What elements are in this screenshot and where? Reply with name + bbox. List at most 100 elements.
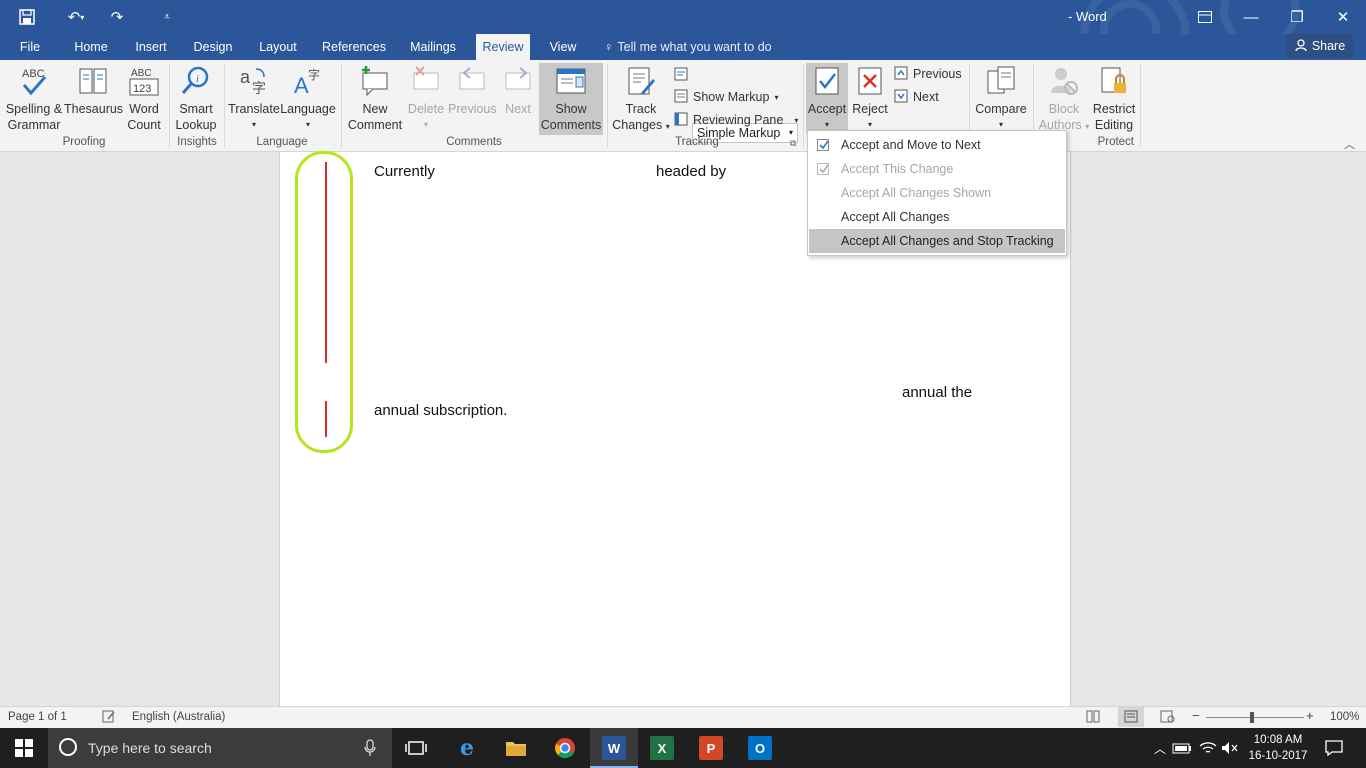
edge-browser-icon[interactable]: e: [455, 735, 479, 761]
compare-button[interactable]: Compare ▾: [972, 63, 1030, 135]
show-comments-button[interactable]: Show Comments: [539, 63, 603, 135]
tell-me-search[interactable]: ♀ Tell me what you want to do: [604, 34, 772, 60]
language-button[interactable]: A字 Language ▾: [280, 63, 336, 135]
undo-icon[interactable]: ↶ ▾: [58, 6, 94, 28]
group-insights-label: Insights: [177, 136, 217, 148]
powerpoint-app-icon[interactable]: P: [699, 736, 723, 760]
word-count-button[interactable]: ABC 123 Word Count: [122, 63, 166, 135]
microphone-icon[interactable]: [364, 739, 376, 760]
thesaurus-button[interactable]: Thesaurus: [64, 63, 124, 135]
close-button[interactable]: ✕: [1320, 4, 1366, 30]
battery-icon[interactable]: [1170, 736, 1194, 760]
next-change-label: Next: [913, 90, 939, 104]
tell-me-label: Tell me what you want to do: [617, 40, 772, 54]
delete-comment-button[interactable]: Delete ▾: [404, 63, 448, 135]
page-count[interactable]: Page 1 of 1: [8, 711, 67, 723]
previous-comment-label: Previous: [448, 102, 497, 116]
dropdown-arrow-icon: ▾: [305, 120, 310, 129]
tab-home[interactable]: Home: [66, 34, 116, 60]
ribbon-display-options-icon[interactable]: [1182, 4, 1228, 30]
show-hidden-icons-chevron[interactable]: ︿: [1148, 736, 1172, 760]
wifi-icon[interactable]: [1196, 736, 1220, 760]
show-markup-button[interactable]: Show Markup ▾: [674, 87, 778, 107]
block-authors-button[interactable]: Block Authors ▾: [1036, 63, 1092, 135]
print-layout-icon[interactable]: [1118, 707, 1144, 727]
zoom-in-button[interactable]: +: [1306, 708, 1314, 723]
accept-button[interactable]: Accept ▾: [806, 63, 848, 133]
clock-date: 16-10-2017: [1248, 750, 1308, 762]
menu-item-accept-and-move-to-next[interactable]: Accept and Move to Next: [809, 133, 1065, 157]
dialog-launcher-icon[interactable]: ⧉: [790, 138, 796, 149]
restore-button[interactable]: ❐: [1274, 4, 1320, 30]
compare-label: Compare: [975, 102, 1027, 116]
menu-item-accept-all-changes-shown[interactable]: Accept All Changes Shown: [809, 181, 1065, 205]
spelling-grammar-button[interactable]: ABC Spelling & Grammar: [4, 63, 64, 135]
zoom-slider-track[interactable]: [1206, 717, 1304, 718]
new-comment-button[interactable]: New Comment: [346, 63, 404, 135]
next-change-button[interactable]: Next: [894, 87, 939, 107]
web-layout-icon[interactable]: [1160, 710, 1175, 726]
taskbar-search-box[interactable]: Type here to search: [48, 728, 392, 768]
restrict-editing-button[interactable]: Restrict Editing: [1090, 63, 1138, 135]
outlook-app-icon[interactable]: O: [748, 736, 772, 760]
proofing-status-icon[interactable]: [102, 710, 116, 726]
system-clock[interactable]: 10:08 AM 16-10-2017: [1244, 732, 1312, 764]
read-mode-icon[interactable]: [1086, 710, 1100, 726]
reject-label: Reject: [852, 102, 888, 116]
collapse-ribbon-icon[interactable]: ︿: [1344, 136, 1355, 152]
thesaurus-label: Thesaurus: [64, 102, 124, 116]
tab-layout[interactable]: Layout: [252, 34, 304, 60]
show-comments-label-1: Show: [555, 102, 587, 116]
redo-icon[interactable]: ↷: [104, 6, 130, 28]
track-changes-button[interactable]: Track Changes ▾: [612, 63, 670, 135]
reviewing-pane-button[interactable]: Reviewing Pane ▾: [674, 110, 798, 130]
menu-item-accept-all-and-stop-tracking[interactable]: Accept All Changes and Stop Tracking: [809, 229, 1065, 253]
language-icon: A字: [292, 65, 324, 98]
ribbon: ABC Spelling & Grammar Thesaurus ABC 123 …: [0, 60, 1366, 152]
zoom-level[interactable]: 100%: [1330, 711, 1359, 723]
menu-item-accept-this-change[interactable]: Accept This Change: [809, 157, 1065, 181]
menu-item-accept-all-changes[interactable]: Accept All Changes: [809, 205, 1065, 229]
next-comment-icon: [502, 65, 534, 97]
menu-item-label: Accept All Changes: [841, 210, 950, 224]
zoom-out-button[interactable]: −: [1192, 708, 1200, 723]
svg-text:字: 字: [308, 67, 320, 82]
svg-text:ABC: ABC: [22, 68, 45, 80]
tab-mailings[interactable]: Mailings: [402, 34, 464, 60]
reject-button[interactable]: Reject ▾: [850, 63, 890, 135]
action-center-icon[interactable]: [1322, 736, 1346, 760]
translate-button[interactable]: a字 Translate ▾: [228, 63, 280, 135]
tab-insert[interactable]: Insert: [128, 34, 174, 60]
tab-file[interactable]: File: [12, 34, 48, 60]
language-status[interactable]: English (Australia): [132, 711, 225, 723]
tab-review[interactable]: Review: [476, 34, 530, 60]
zoom-slider-thumb[interactable]: [1250, 712, 1254, 723]
word-app-icon[interactable]: W: [602, 736, 626, 760]
previous-comment-button[interactable]: Previous: [448, 63, 497, 135]
excel-app-icon[interactable]: X: [650, 736, 674, 760]
minimize-button[interactable]: —: [1228, 4, 1274, 30]
next-comment-button[interactable]: Next: [498, 63, 538, 135]
previous-change-button[interactable]: Previous: [894, 64, 962, 84]
dropdown-arrow-icon: ▾: [423, 120, 428, 129]
tab-design[interactable]: Design: [186, 34, 240, 60]
customize-toolbar-icon[interactable]: ⩡: [156, 6, 178, 28]
group-tracking-label: Tracking: [675, 136, 719, 148]
tab-references[interactable]: References: [316, 34, 392, 60]
volume-muted-icon[interactable]: [1218, 736, 1242, 760]
windows-start-icon[interactable]: [12, 736, 36, 760]
file-explorer-icon[interactable]: [504, 736, 528, 760]
task-view-icon[interactable]: [404, 736, 428, 760]
smart-lookup-button[interactable]: i Smart Lookup: [172, 63, 220, 135]
document-text: annual subscription.: [374, 402, 508, 419]
menu-item-label: Accept and Move to Next: [841, 138, 981, 152]
save-icon[interactable]: [14, 6, 40, 28]
share-button[interactable]: Share: [1287, 34, 1353, 58]
spelling-label-2: Grammar: [7, 118, 61, 132]
ribbon-tabs: File Home Insert Design Layout Reference…: [0, 34, 1366, 60]
document-text: Currently: [374, 163, 435, 180]
word-count-icon: ABC 123: [128, 65, 160, 97]
tab-view[interactable]: View: [542, 34, 584, 60]
new-comment-icon: [359, 65, 391, 97]
chrome-icon[interactable]: [553, 736, 577, 760]
